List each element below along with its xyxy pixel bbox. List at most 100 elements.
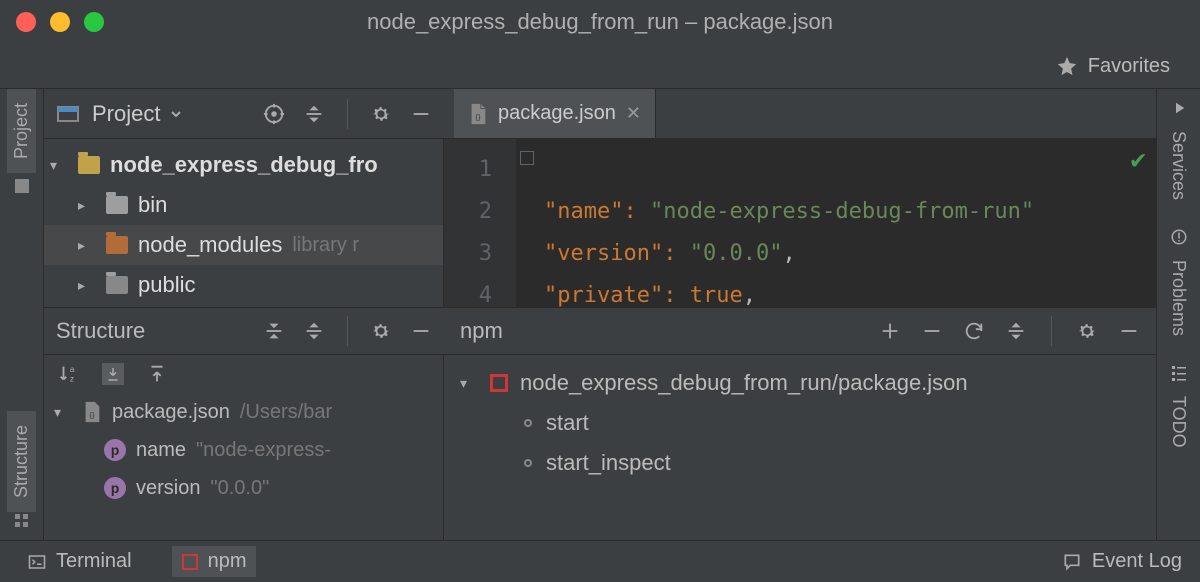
structure-toolbar: az (44, 355, 443, 391)
editor-tab-package-json[interactable]: {} package.json ✕ (454, 89, 656, 138)
todo-stripe-icon (1170, 364, 1188, 382)
stripe-tab-services[interactable]: Services (1164, 117, 1193, 214)
stripe-tab-project[interactable]: Project (7, 89, 36, 173)
tree-suffix: library r (292, 234, 359, 257)
editor-tab-bar: {} package.json ✕ (444, 89, 1156, 139)
chevron-right-icon: ▸ (78, 277, 96, 294)
autoscroll-from-source-icon[interactable] (146, 363, 168, 385)
prop-name: version (136, 477, 200, 500)
npm-tree[interactable]: ▾ node_express_debug_from_run/package.js… (444, 355, 1156, 491)
script-bullet-icon (524, 459, 532, 467)
npm-tool-window: npm ▾ node_express_debug_from_run/packag… (444, 307, 1156, 540)
problems-stripe-icon (1170, 228, 1188, 246)
window-title: node_express_debug_from_run – package.js… (0, 9, 1200, 35)
select-opened-file-icon[interactable] (263, 103, 285, 125)
property-icon: p (104, 439, 126, 461)
sort-alpha-icon[interactable]: az (58, 363, 80, 385)
svg-text:a: a (70, 365, 75, 374)
npm-tab-button[interactable]: npm (172, 546, 257, 577)
project-view-label: Project (92, 101, 160, 127)
editor-gutter: 1 2 3 4 (444, 139, 516, 307)
project-tree[interactable]: ▾ node_express_debug_fro ▸ bin ▸ node_mo… (44, 139, 444, 307)
stripe-tab-todo[interactable]: TODO (1164, 382, 1193, 462)
svg-text:{}: {} (476, 112, 481, 121)
prop-value: "node-express- (196, 439, 331, 462)
project-panel-header: Project (44, 89, 444, 139)
structure-file-row[interactable]: ▾ {} package.json /Users/bar (44, 393, 443, 431)
structure-tree: ▾ {} package.json /Users/bar p name "nod… (44, 391, 443, 507)
property-icon: p (104, 477, 126, 499)
folder-icon (106, 276, 128, 294)
hide-icon[interactable] (1118, 320, 1140, 342)
chevron-down-icon: ▾ (54, 404, 72, 421)
chevron-right-icon: ▸ (78, 237, 96, 254)
stripe-label-services: Services (1168, 131, 1189, 200)
terminal-tab-button[interactable]: Terminal (18, 546, 142, 577)
minimize-window-button[interactable] (50, 12, 70, 32)
favorites-button[interactable]: Favorites (1056, 55, 1170, 78)
structure-file-path: /Users/bar (240, 401, 332, 424)
gear-icon[interactable] (370, 103, 392, 125)
title-bar: node_express_debug_from_run – package.js… (0, 0, 1200, 44)
expand-all-icon[interactable] (1005, 320, 1027, 342)
divider (1051, 316, 1052, 346)
right-tool-stripe: Services Problems TODO (1156, 89, 1200, 540)
npm-script-start[interactable]: start (452, 403, 1148, 443)
bottom-status-bar: Terminal npm Event Log (0, 540, 1200, 582)
tree-row-node-modules[interactable]: ▸ node_modules library r (44, 225, 443, 265)
event-log-label: Event Log (1092, 550, 1182, 573)
favorites-label: Favorites (1088, 55, 1170, 78)
expand-all-icon[interactable] (303, 103, 325, 125)
npm-script-label: start (546, 410, 589, 436)
remove-icon[interactable] (921, 320, 943, 342)
structure-prop-name[interactable]: p name "node-express- (44, 431, 443, 469)
folder-icon (106, 236, 128, 254)
stripe-tab-structure[interactable]: Structure (7, 411, 36, 512)
stripe-tab-problems[interactable]: Problems (1164, 246, 1193, 350)
hide-icon[interactable] (410, 103, 432, 125)
gear-icon[interactable] (370, 320, 392, 342)
npm-icon (182, 554, 198, 570)
line-number: 3 (444, 233, 516, 275)
tree-row-bin[interactable]: ▸ bin (44, 185, 443, 225)
speech-bubble-icon (1062, 552, 1082, 572)
gear-icon[interactable] (1076, 320, 1098, 342)
close-window-button[interactable] (16, 12, 36, 32)
code-editor[interactable]: 1 2 3 4 "name": "node-express-debug-from… (444, 139, 1156, 307)
fold-marker-icon[interactable] (520, 151, 534, 165)
favorites-toolbar: Favorites (0, 44, 1200, 89)
json-key: "version" (544, 241, 663, 266)
services-stripe-icon (1170, 99, 1188, 117)
npm-package-row[interactable]: ▾ node_express_debug_from_run/package.js… (452, 363, 1148, 403)
json-file-icon: {} (468, 103, 488, 125)
structure-panel[interactable]: az ▾ {} package.json /Users/bar p name "… (44, 355, 444, 540)
project-stripe-icon (13, 177, 31, 195)
expand-all-icon[interactable] (303, 320, 325, 342)
collapse-all-icon[interactable] (263, 320, 285, 342)
structure-stripe-icon (13, 512, 31, 530)
npm-panel-header: npm (444, 307, 1156, 355)
stripe-label-problems: Problems (1168, 260, 1189, 336)
autoscroll-to-source-icon[interactable] (102, 363, 124, 385)
inspections-ok-icon[interactable]: ✔ (1130, 145, 1146, 175)
npm-label: npm (208, 550, 247, 573)
tree-root-row[interactable]: ▾ node_express_debug_fro (44, 145, 443, 185)
stripe-label-project: Project (11, 103, 32, 159)
npm-script-start-inspect[interactable]: start_inspect (452, 443, 1148, 483)
close-tab-icon[interactable]: ✕ (626, 103, 641, 124)
structure-prop-version[interactable]: p version "0.0.0" (44, 469, 443, 507)
project-view-selector[interactable]: Project (92, 101, 182, 127)
stripe-label-structure: Structure (11, 425, 32, 498)
traffic-lights (16, 12, 104, 32)
json-file-icon: {} (82, 401, 102, 423)
chevron-down-icon (170, 108, 182, 120)
star-icon (1056, 55, 1078, 77)
tree-row-public[interactable]: ▸ public (44, 265, 443, 305)
hide-icon[interactable] (410, 320, 432, 342)
fullscreen-window-button[interactable] (84, 12, 104, 32)
tree-label: bin (138, 192, 167, 218)
event-log-button[interactable]: Event Log (1062, 550, 1182, 573)
add-icon[interactable] (879, 320, 901, 342)
npm-title: npm (460, 318, 503, 344)
refresh-icon[interactable] (963, 320, 985, 342)
